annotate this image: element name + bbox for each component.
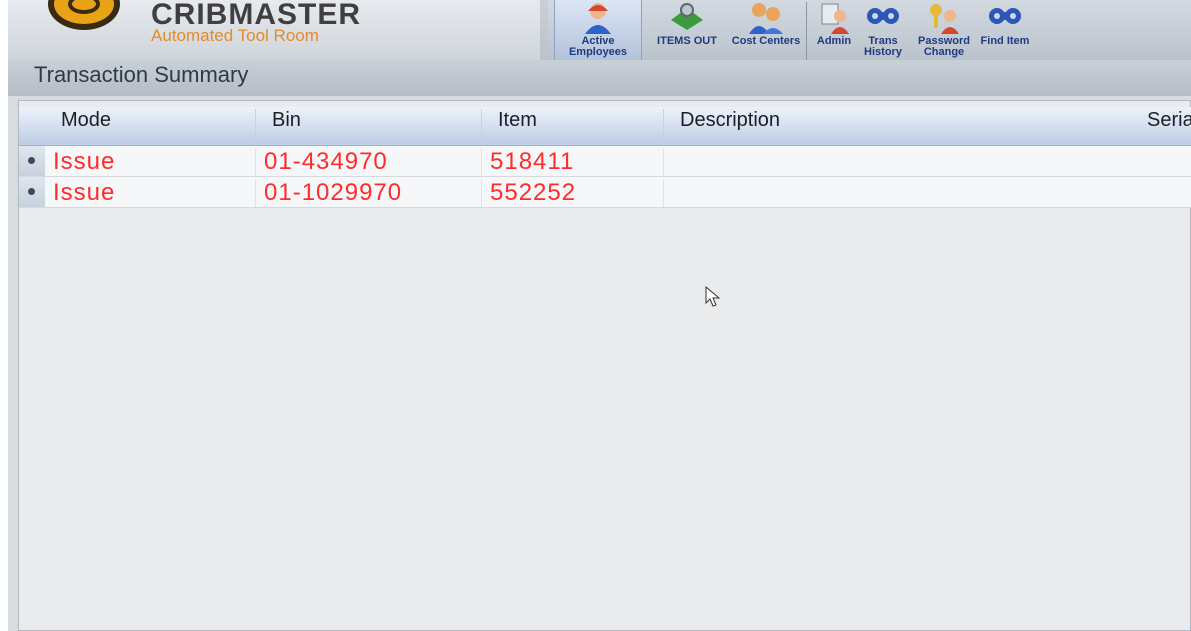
toolbar-active-employees-button[interactable]: Active Employees [554,0,642,67]
toolbar-password-change-button[interactable]: Password Change [910,0,978,66]
employee-icon [585,3,611,34]
toolbar-cost-centers-button[interactable]: Cost Centers [728,0,804,66]
cell-item: 518411 [481,148,663,176]
column-header-description[interactable]: Description [663,109,1143,145]
toolbar-separator [806,2,807,64]
cost-centers-icon [749,3,783,34]
transaction-grid: Mode Bin Item Description Serial Issue 0… [18,100,1191,631]
toolbar-label: Cost Centers [731,35,801,47]
row-selector[interactable] [19,177,45,207]
cell-description [663,179,1191,207]
cell-bin: 01-1029970 [255,179,481,207]
toolbar-label: Active Employees [568,35,628,58]
toolbar-label: ITEMS OUT [657,35,717,47]
find-item-icon [989,8,1021,24]
main-toolbar: Active Employees ITEMS OUT Cost Centers [548,0,1191,68]
trans-history-icon [867,8,899,24]
mouse-pointer-icon [705,286,721,307]
toolbar-trans-history-button[interactable]: Trans History [858,0,908,66]
column-header-item[interactable]: Item [481,109,663,145]
cell-mode: Issue [53,148,116,175]
cribmaster-logo-icon [48,0,120,30]
brand-tagline: Automated Tool Room [151,26,319,45]
cell-description [663,148,1191,176]
toolbar-items-out-button[interactable]: ITEMS OUT [644,0,730,66]
column-header-bin[interactable]: Bin [255,109,481,145]
password-icon [930,4,959,34]
cell-bin: 01-434970 [255,148,481,176]
table-row[interactable]: Issue 01-434970 518411 [19,146,1191,177]
column-header-serial[interactable]: Serial [1143,109,1191,145]
cell-mode: Issue [53,179,116,206]
toolbar-admin-button[interactable]: Admin [810,0,858,66]
grid-header: Mode Bin Item Description Serial [19,107,1191,146]
toolbar-label: Find Item [980,35,1030,47]
logo-area: CRIBMASTER Automated Tool Room [8,0,540,62]
toolbar-label: Password Change [918,35,970,58]
column-header-mode[interactable]: Mode [45,109,257,145]
table-row[interactable]: Issue 01-1029970 552252 [19,177,1191,208]
row-selector[interactable] [19,146,45,176]
items-out-icon [671,3,703,30]
page-title: Transaction Summary [34,62,249,87]
cell-item: 552252 [481,179,663,207]
toolbar-label: Admin [816,35,852,47]
top-bar: CRIBMASTER Automated Tool Room Active Em… [8,0,1191,68]
application-window: CRIBMASTER Automated Tool Room Active Em… [8,0,1191,631]
toolbar-label: Trans History [864,35,902,58]
toolbar-find-item-button[interactable]: Find Item [980,0,1030,66]
admin-icon [821,3,849,34]
